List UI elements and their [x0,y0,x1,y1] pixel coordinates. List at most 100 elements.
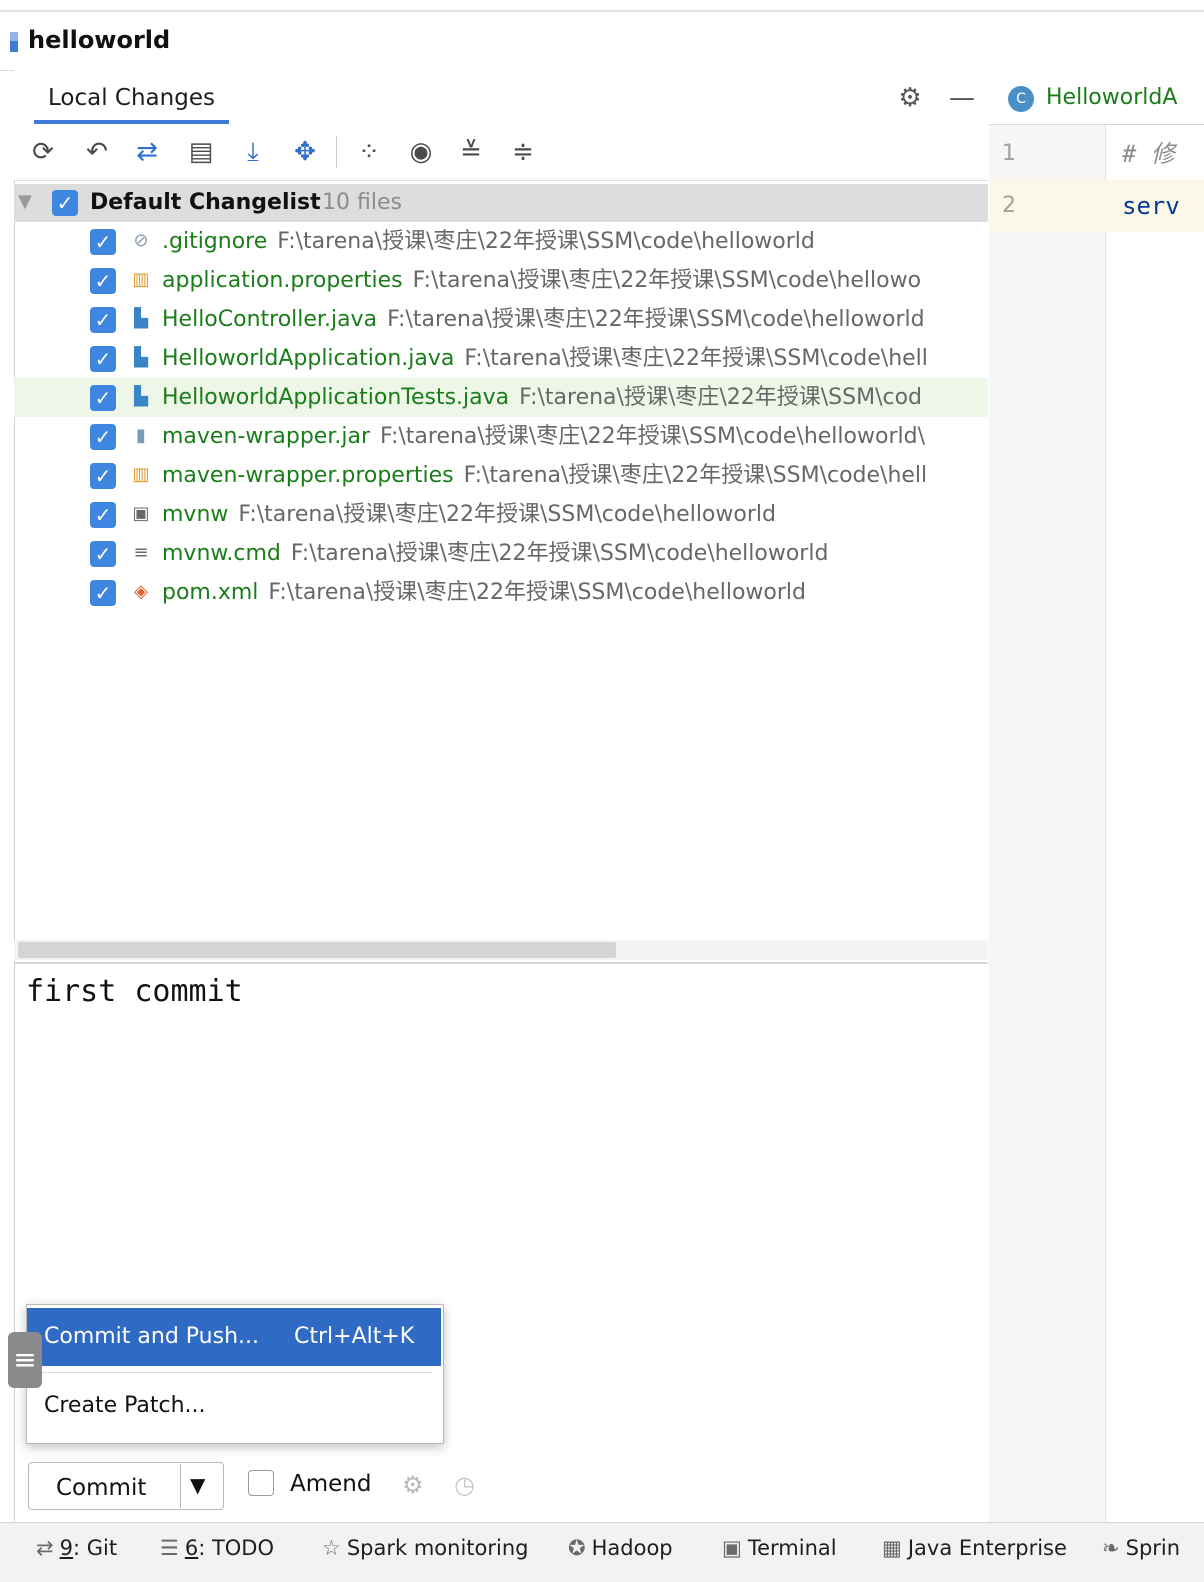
java-enterprise-label: Java Enterprise [907,1536,1067,1560]
file-name: mvnw [162,502,229,527]
jar-file-icon: ▮ [136,425,146,446]
file-row[interactable]: ✓ ▙ HelloworldApplicationTests.java F:\ta… [14,378,988,417]
file-name: HelloworldApplication.java [162,346,455,371]
commit-message-editor[interactable]: first commit [26,970,243,1014]
file-row[interactable]: ✓ ▣ mvnw F:\tarena\授课\枣庄\22年授课\SSM\code\h… [14,495,988,534]
amend-label[interactable]: Amend [290,1468,371,1500]
menu-item-label: Commit and Push... [44,1324,260,1349]
file-checkbox[interactable]: ✓ [90,424,116,450]
splitter[interactable] [14,962,988,964]
editor-tab-helloworldapplication[interactable]: HelloworldA [1046,82,1204,114]
chevron-down-icon[interactable]: ▼ [190,1468,205,1502]
view-options-icon[interactable]: ◉ [404,134,438,170]
settings-gear-icon[interactable]: ⚙ [896,84,924,112]
menu-separator [36,1372,432,1373]
file-row[interactable]: ✓ ≡ mvnw.cmd F:\tarena\授课\枣庄\22年授课\SSM\co… [14,534,988,573]
shelve-icon[interactable]: ✥ [288,134,322,170]
changelist-name: Default Changelist [90,190,321,215]
commit-log-icon[interactable]: ▤ [184,134,218,170]
history-clock-icon[interactable]: ◷ [454,1470,475,1500]
shell-file-icon: ▣ [132,503,150,524]
hadoop-elephant-icon: ✪ [568,1536,586,1560]
minimize-icon[interactable]: — [948,84,976,112]
spring-tool-button[interactable]: ❧ Sprin [1102,1530,1204,1566]
file-row[interactable]: ✓ ◈ pom.xml F:\tarena\授课\枣庄\22年授课\SSM\cod… [14,573,988,612]
changelist-file-count: 10 files [322,190,402,215]
editor-gutter [989,125,1106,1522]
spark-label: Spark monitoring [346,1536,529,1560]
spring-label: Sprin [1125,1536,1181,1560]
file-name: HelloController.java [162,307,378,332]
file-name: maven-wrapper.jar [162,424,370,449]
file-checkbox[interactable]: ✓ [90,502,116,528]
file-row[interactable]: ✓ ▮ maven-wrapper.jar F:\tarena\授课\枣庄\22年… [14,417,988,456]
amend-checkbox[interactable] [248,1470,274,1496]
text-file-icon: ≡ [133,542,149,563]
git-tool-button[interactable]: ⇄ 9: Git [36,1530,117,1566]
expand-arrow-icon[interactable]: ▼ [18,188,32,216]
java-enterprise-icon: ▦ [882,1536,902,1560]
terminal-label: Terminal [747,1536,837,1560]
file-name: mvnw.cmd [162,541,281,566]
tab-local-changes[interactable]: Local Changes [34,74,229,124]
project-title: helloworld [28,26,171,54]
project-icon [10,32,18,52]
git-shortcut-number: 9 [59,1536,73,1560]
file-name: pom.xml [162,580,259,605]
code-line[interactable]: # 修 [1122,128,1204,180]
file-path: F:\tarena\授课\枣庄\22年授课\SSM\code\hell [463,463,928,488]
update-icon[interactable]: ⤓ [236,134,270,170]
file-checkbox[interactable]: ✓ [90,268,116,294]
spark-monitoring-tool-button[interactable]: ☆ Spark monitoring [322,1530,528,1566]
group-by-icon[interactable]: ⁘ [352,134,386,170]
file-path: F:\tarena\授课\枣庄\22年授课\SSM\code\hellowo [412,268,922,293]
file-checkbox[interactable]: ✓ [90,346,116,372]
file-row[interactable]: ✓ ⊘ .gitignore F:\tarena\授课\枣庄\22年授课\SSM\… [14,222,988,261]
xml-file-icon: ◈ [134,581,148,602]
scrollbar-thumb[interactable] [18,942,616,958]
java-enterprise-tool-button[interactable]: ▦ Java Enterprise [882,1530,1067,1566]
file-name: HelloworldApplicationTests.java [162,385,510,410]
todo-tool-button[interactable]: ☰ 6: TODO [160,1530,274,1566]
spring-class-icon: C [1008,86,1034,112]
menu-item-shortcut: Ctrl+Alt+K [294,1324,415,1349]
line-number: 1 [1002,141,1016,166]
file-row[interactable]: ✓ ▙ HelloworldApplication.java F:\tarena\… [14,339,988,378]
file-name: .gitignore [162,229,268,254]
file-path: F:\tarena\授课\枣庄\22年授课\SSM\code\helloworl… [277,229,815,254]
terminal-icon: ▣ [722,1536,742,1560]
todo-list-icon: ☰ [160,1536,179,1560]
file-row[interactable]: ✓ ▥ maven-wrapper.properties F:\tarena\授课… [14,456,988,495]
collapse-all-icon[interactable]: ≑ [506,134,540,170]
rollback-icon[interactable]: ↶ [80,134,114,170]
file-path: F:\tarena\授课\枣庄\22年授课\SSM\code\helloworl… [268,580,806,605]
file-row[interactable]: ✓ ▥ application.properties F:\tarena\授课\枣… [14,261,988,300]
git-label: : Git [72,1536,118,1560]
file-checkbox[interactable]: ✓ [90,541,116,567]
commit-options-gear-icon[interactable]: ⚙ [402,1470,424,1500]
java-file-icon: ▙ [134,347,148,368]
file-row[interactable]: ✓ ▙ HelloController.java F:\tarena\授课\枣庄\… [14,300,988,339]
spark-star-icon: ☆ [322,1536,341,1560]
show-diff-icon[interactable]: ⇄ [130,134,164,170]
file-checkbox[interactable]: ✓ [90,580,116,606]
terminal-tool-button[interactable]: ▣ Terminal [722,1530,837,1566]
side-tab-handle-icon[interactable]: ≡ [8,1332,42,1388]
git-branch-icon: ⇄ [36,1536,54,1560]
java-file-icon: ▙ [134,386,148,407]
commit-button-divider [180,1464,181,1508]
menu-item-create-patch[interactable]: Create Patch... [44,1380,206,1432]
file-path: F:\tarena\授课\枣庄\22年授课\SSM\code\helloworl… [380,424,925,449]
changelist-checkbox[interactable]: ✓ [52,190,78,216]
code-line[interactable]: serv [1122,180,1204,232]
hadoop-label: Hadoop [591,1536,673,1560]
hadoop-tool-button[interactable]: ✪ Hadoop [568,1530,673,1566]
expand-all-icon[interactable]: ≚ [454,134,488,170]
file-checkbox[interactable]: ✓ [90,307,116,333]
file-checkbox[interactable]: ✓ [90,385,116,411]
file-checkbox[interactable]: ✓ [90,229,116,255]
file-path: F:\tarena\授课\枣庄\22年授课\SSM\code\helloworl… [387,307,925,332]
properties-file-icon: ▥ [132,269,150,290]
refresh-icon[interactable]: ⟳ [26,134,60,170]
file-checkbox[interactable]: ✓ [90,463,116,489]
